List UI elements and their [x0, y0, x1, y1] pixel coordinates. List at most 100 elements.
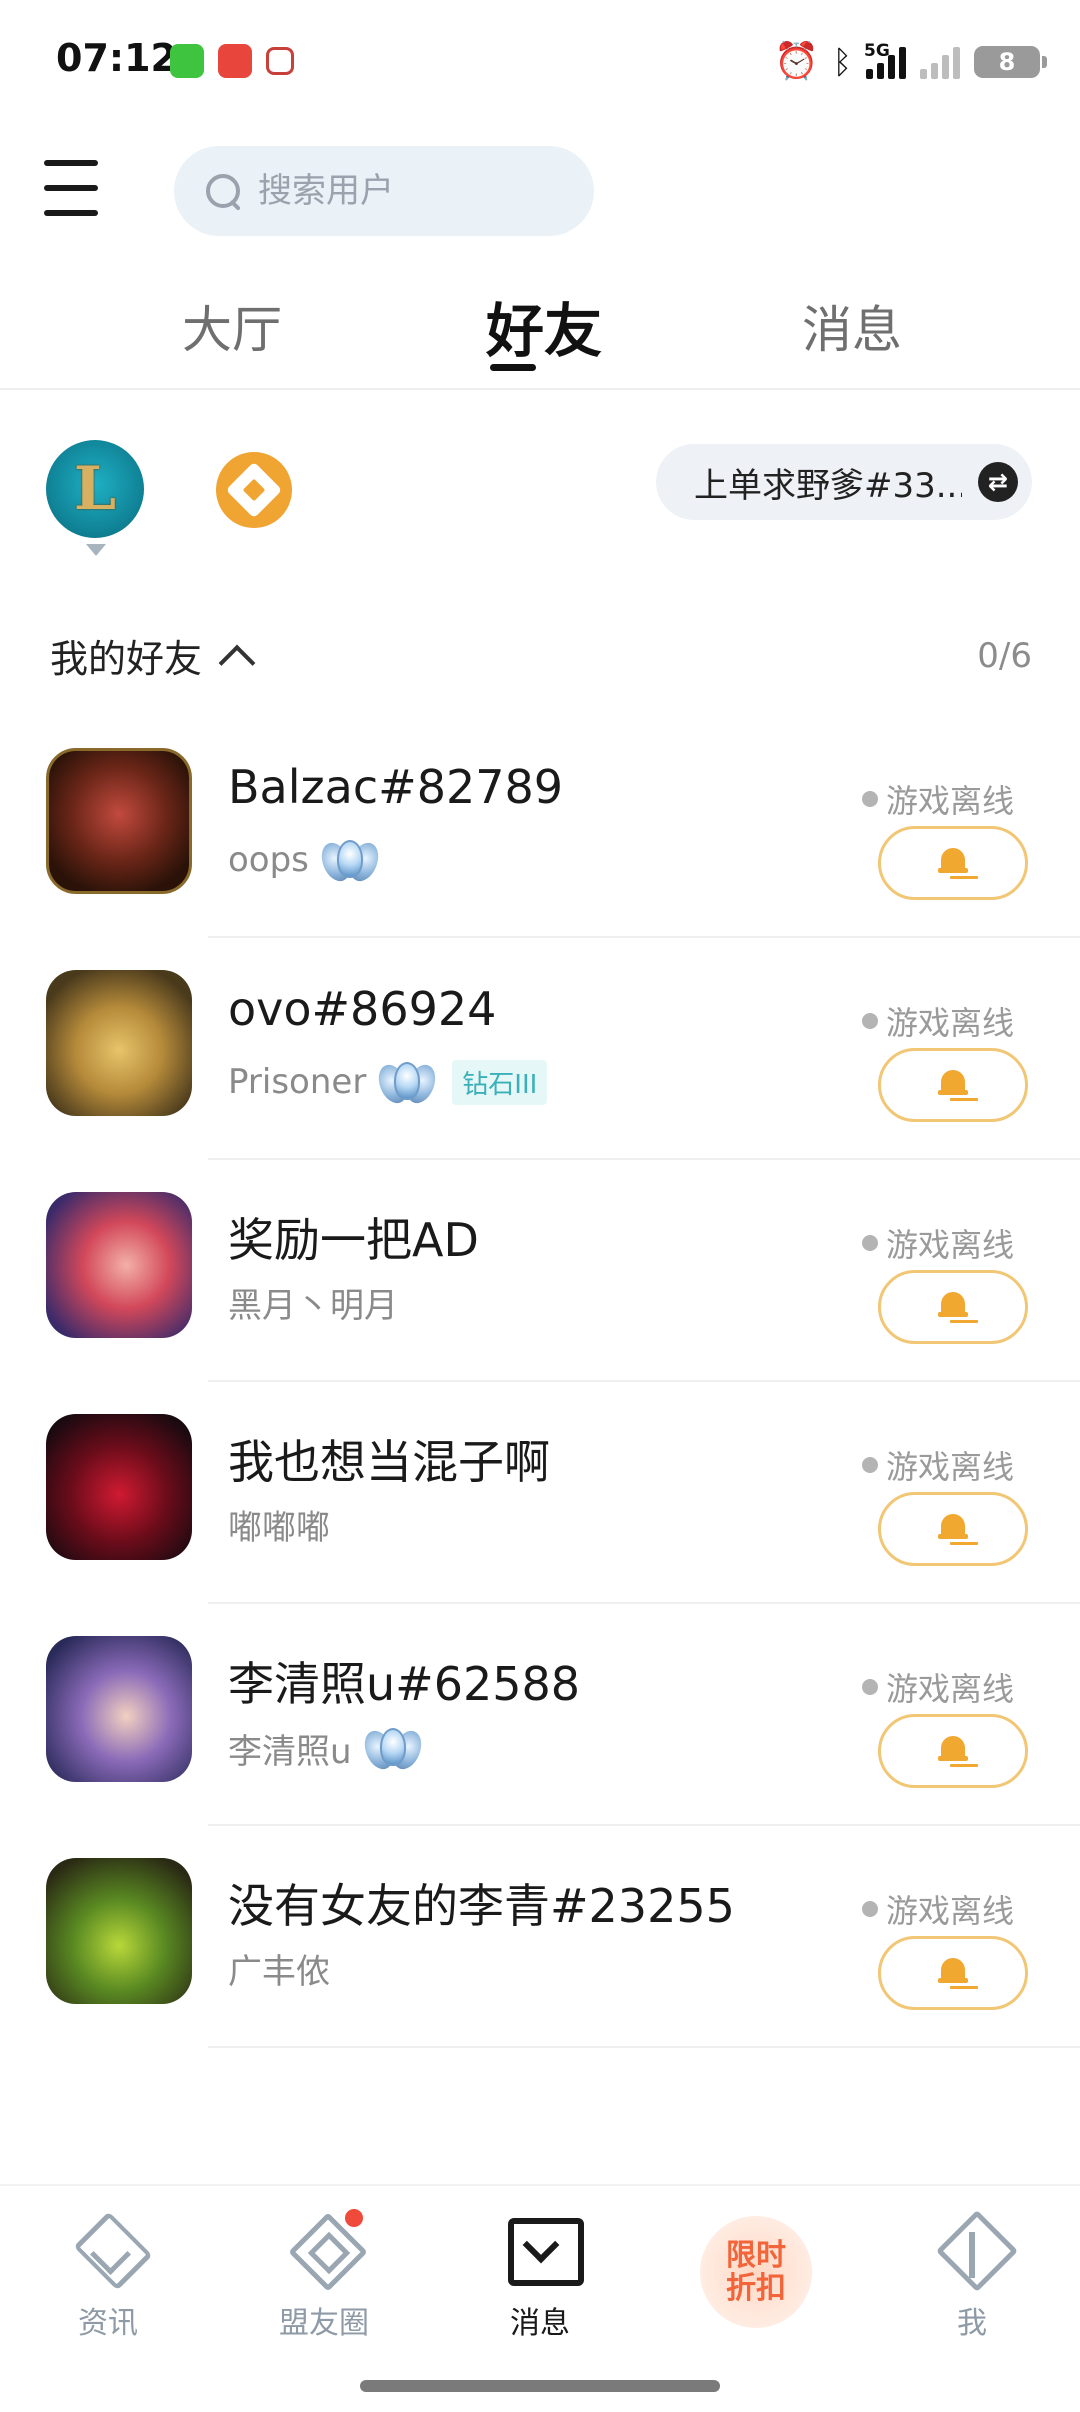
friend-name: 奖励一把AD [228, 1213, 479, 1267]
friend-status: 游戏离线 [861, 1442, 1014, 1488]
friend-status: 游戏离线 [861, 1664, 1014, 1710]
nav-label: 消息 [510, 2306, 570, 2341]
friends-count: 0/6 [977, 636, 1032, 676]
offline-dot-icon [861, 1013, 878, 1029]
lol-logo-letter: L [73, 454, 117, 524]
friend-row[interactable]: 李清照u#62588 李清照u 游戏离线 [0, 1604, 1080, 1826]
offline-dot-icon [861, 791, 878, 807]
status-time: 07:12 [56, 36, 177, 80]
network-type: 5G [864, 41, 890, 61]
avatar [46, 1858, 192, 2004]
news-icon [72, 2214, 144, 2286]
app-618-icon [218, 44, 252, 78]
friend-subtitle: 黑月丶明月 [228, 1286, 398, 1326]
notify-bell-button[interactable] [878, 1270, 1028, 1344]
rank-badge-icon [359, 1722, 427, 1774]
promo-text-line2: 折扣 [726, 2271, 786, 2306]
notify-bell-button[interactable] [878, 826, 1028, 900]
friend-row[interactable]: 我也想当混子啊 嘟嘟嘟 游戏离线 [0, 1382, 1080, 1604]
profile-icon [936, 2214, 1008, 2286]
battery-icon: 8 [974, 46, 1047, 78]
tab-messages[interactable]: 消息 [802, 290, 902, 362]
friend-status: 游戏离线 [861, 998, 1014, 1044]
status-text: 游戏离线 [885, 1448, 1014, 1486]
selected-game-indicator [86, 544, 106, 556]
notify-bell-button[interactable] [878, 1048, 1028, 1122]
account-name: 上单求野爹#33... [694, 465, 962, 506]
messages-app-icon [170, 44, 204, 78]
home-indicator[interactable] [360, 2380, 720, 2392]
avatar [46, 1192, 192, 1338]
bluetooth-icon: ᛒ [832, 43, 852, 81]
friend-status: 游戏离线 [861, 1220, 1014, 1266]
offline-dot-icon [861, 1679, 878, 1695]
notify-bell-button[interactable] [878, 1714, 1028, 1788]
friend-status: 游戏离线 [861, 776, 1014, 822]
nav-circle[interactable]: 盟友圈 [254, 2206, 394, 2342]
promo-discount-button[interactable]: 限时 折扣 [700, 2216, 812, 2328]
friend-row[interactable]: 没有女友的李青#23255 广丰侬 游戏离线 [0, 1826, 1080, 2048]
bell-icon [938, 1290, 968, 1324]
circle-icon [288, 2206, 366, 2286]
active-tab-indicator [490, 364, 536, 371]
avatar [46, 1414, 192, 1560]
nav-news[interactable]: 资讯 [38, 2214, 178, 2342]
search-bar[interactable] [174, 146, 594, 236]
chevron-up-icon [218, 644, 256, 681]
tab-friends[interactable]: 好友 [486, 284, 602, 368]
notify-bell-button[interactable] [878, 1492, 1028, 1566]
tft-icon[interactable] [216, 452, 292, 528]
league-of-legends-icon[interactable]: L [46, 440, 144, 538]
row-divider [208, 2046, 1080, 2048]
avatar [46, 748, 192, 894]
friend-name: 没有女友的李青#23255 [228, 1879, 735, 1933]
friend-name: Balzac#82789 [228, 760, 564, 814]
friend-name: 我也想当混子啊 [228, 1435, 550, 1489]
swap-icon: ⇄ [978, 462, 1018, 502]
bottom-nav: 资讯 盟友圈 消息 限时 折扣 我 [0, 2184, 1080, 2412]
bell-icon [938, 1512, 968, 1546]
status-text: 游戏离线 [885, 1226, 1014, 1264]
message-icon [504, 2214, 584, 2286]
bell-icon [938, 1068, 968, 1102]
status-text: 游戏离线 [885, 1670, 1014, 1708]
offline-dot-icon [861, 1235, 878, 1251]
friend-subtitle: Prisoner [228, 1062, 367, 1102]
search-input[interactable] [258, 171, 578, 211]
bell-icon [938, 1734, 968, 1768]
friend-row[interactable]: 奖励一把AD 黑月丶明月 游戏离线 [0, 1160, 1080, 1382]
bell-icon [938, 846, 968, 880]
avatar [46, 970, 192, 1116]
status-bar: 07:12 ⏰ ᛒ 5G 8 [0, 0, 1080, 130]
friend-row[interactable]: Balzac#82789 oops 游戏离线 [0, 716, 1080, 938]
signal-icon: 5G [864, 41, 906, 79]
tab-lobby[interactable]: 大厅 [182, 290, 282, 362]
rank-badge-icon [316, 834, 384, 886]
friend-row[interactable]: ovo#86924 Prisoner 钻石III 游戏离线 [0, 938, 1080, 1160]
friend-status: 游戏离线 [861, 1886, 1014, 1932]
friends-section-toggle[interactable]: 我的好友 [50, 628, 256, 683]
account-switch-button[interactable]: 上单求野爹#33... ⇄ [656, 444, 1032, 520]
friend-subtitle: 嘟嘟嘟 [228, 1508, 330, 1548]
status-text: 游戏离线 [885, 782, 1014, 820]
nav-label: 我 [957, 2306, 987, 2341]
nav-label: 盟友圈 [279, 2306, 369, 2341]
nav-me[interactable]: 我 [902, 2214, 1042, 2342]
status-text: 游戏离线 [885, 1004, 1014, 1042]
bell-icon [938, 1956, 968, 1990]
friend-subtitle: 李清照u [228, 1731, 352, 1772]
section-title: 我的好友 [50, 637, 203, 681]
promo-text-line1: 限时 [726, 2238, 786, 2273]
friend-name: 李清照u#62588 [228, 1657, 581, 1711]
friend-subtitle: oops [228, 840, 309, 880]
avatar [46, 1636, 192, 1782]
friend-name: ovo#86924 [228, 982, 497, 1036]
rank-badge-icon [373, 1056, 441, 1108]
app-icon [266, 47, 294, 75]
rank-tag: 钻石III [452, 1059, 548, 1105]
notification-dot [342, 2206, 366, 2230]
nav-messages[interactable]: 消息 [470, 2214, 610, 2342]
friend-subtitle: 广丰侬 [228, 1952, 330, 1992]
hamburger-menu-icon[interactable] [44, 160, 98, 216]
notify-bell-button[interactable] [878, 1936, 1028, 2010]
